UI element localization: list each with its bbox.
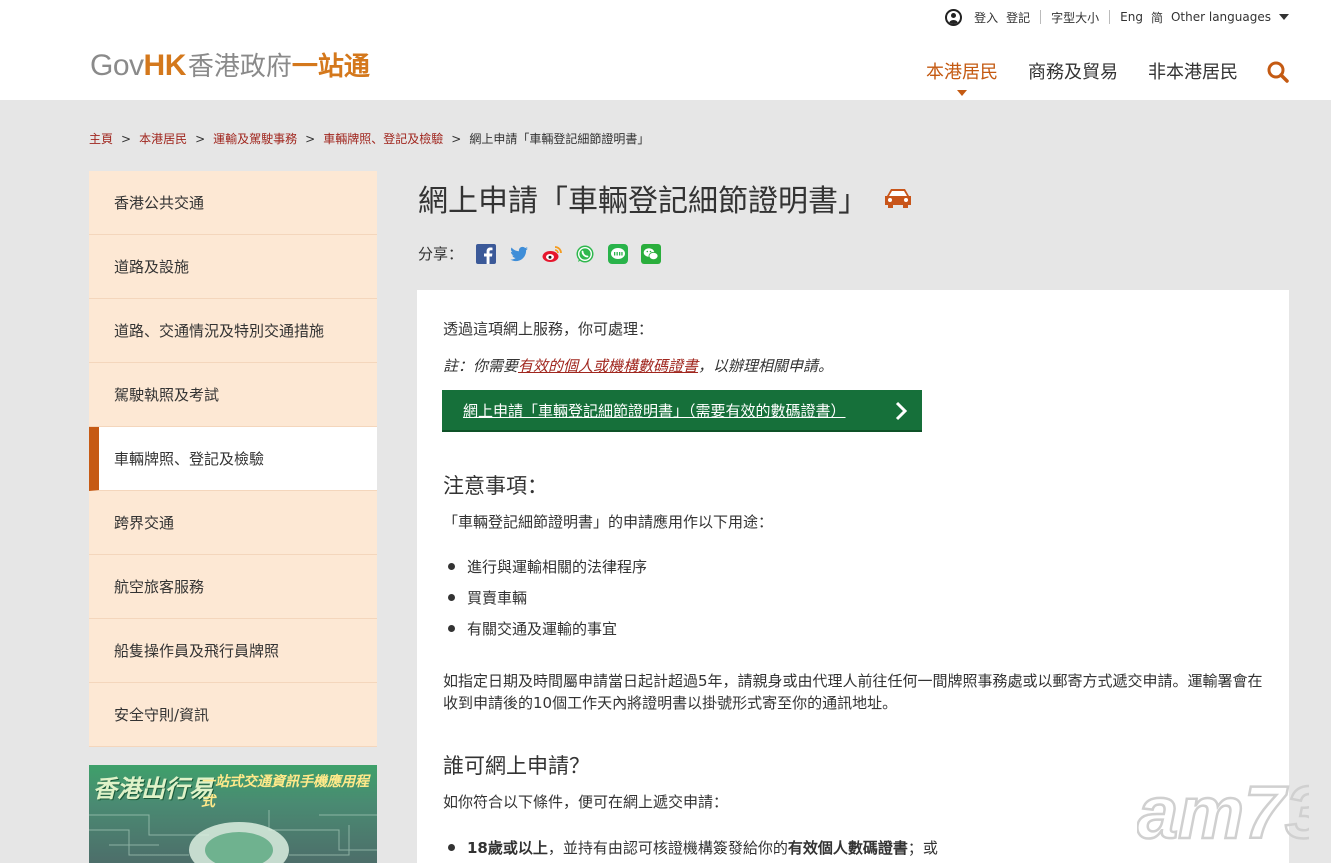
divider (1109, 10, 1111, 24)
note-text: 註：你需要有效的個人或機構數碼證書，以辦理相關申請。 (443, 355, 833, 376)
font-size-link[interactable]: 字型大小 (1051, 9, 1099, 26)
notes-heading: 注意事項： (443, 474, 548, 498)
list-item-text: 進行與運輸相關的法律程序 (467, 558, 648, 576)
eligibility-end: ；或 (907, 839, 938, 857)
sidebar-item-cross-boundary[interactable]: 跨界交通 (89, 491, 377, 555)
page-title: 網上申請「車輛登記細節證明書」 (418, 176, 914, 220)
lang-en-link[interactable]: Eng (1120, 10, 1143, 24)
intro-text: 透過這項網上服務，你可處理： (443, 320, 654, 338)
sidebar-item-vehicle-licensing[interactable]: 車輛牌照、登記及檢驗 (89, 427, 377, 491)
eligibility-intro: 如你符合以下條件，便可在網上遞交申請： (443, 793, 729, 811)
sidebar-item-safety[interactable]: 安全守則/資訊 (89, 683, 377, 747)
login-link[interactable]: 登入 (974, 9, 998, 26)
bullet-icon (448, 594, 455, 601)
bullet-icon (448, 625, 455, 632)
car-icon (885, 189, 911, 208)
logo-hk: HK (143, 49, 187, 82)
sidebar-item-traffic[interactable]: 道路、交通情況及特別交通措施 (89, 299, 377, 363)
nav-business[interactable]: 商務及貿易 (1028, 58, 1118, 84)
register-link[interactable]: 登記 (1006, 9, 1030, 26)
note-suffix: ，以辦理相關申請。 (698, 357, 834, 375)
page-title-text: 網上申請「車輛登記細節證明書」 (418, 184, 868, 219)
line-icon[interactable] (608, 243, 629, 264)
apply-online-label: 網上申請「車輛登記細節證明書」（需要有效的數碼證書） (463, 401, 846, 420)
notes-paragraph: 如指定日期及時間屬申請當日起計超過5年，請親身或由代理人前往任何一間牌照事務處或… (443, 672, 1263, 712)
other-languages-link[interactable]: Other languages (1171, 10, 1271, 24)
breadcrumb-separator: > (451, 131, 462, 146)
am730-watermark-logo: am730 (1137, 778, 1309, 848)
sidebar-item-air-passenger[interactable]: 航空旅客服務 (89, 555, 377, 619)
list-item: 買賣車輛 (448, 587, 647, 618)
breadcrumb-residents[interactable]: 本港居民 (139, 130, 187, 147)
list-item-text: 買賣車輛 (467, 589, 528, 607)
user-icon[interactable] (945, 8, 963, 26)
eligibility-mid: ，並持有由認可核證機構簽發給你的 (547, 839, 788, 857)
logo-gov: Gov (90, 49, 144, 82)
twitter-icon[interactable] (509, 244, 529, 264)
nav-non-residents[interactable]: 非本港居民 (1148, 58, 1238, 84)
notes-intro: 「車輛登記細節證明書」的申請應用作以下用途： (443, 513, 774, 531)
site-header: Gov HK 香港政府 一站通 登入 登記 字型大小 Eng 简 Other l… (0, 0, 1331, 100)
bullet-icon (448, 563, 455, 570)
breadcrumb: 主頁 > 本港居民 > 運輸及駕駛事務 > 車輛牌照、登記及檢驗 > 網上申請「… (89, 130, 649, 147)
breadcrumb-licensing[interactable]: 車輛牌照、登記及檢驗 (323, 130, 443, 147)
age-requirement: 18歲或以上 (467, 839, 548, 857)
list-item: 18歲或以上，並持有由認可核證機構簽發給你的有效個人數碼證書；或 (448, 837, 938, 858)
sidebar-item-public-transport[interactable]: 香港公共交通 (89, 171, 377, 235)
eligibility-list: 18歲或以上，並持有由認可核證機構簽發給你的有效個人數碼證書；或 (448, 837, 938, 858)
nav-residents[interactable]: 本港居民 (926, 58, 998, 96)
usage-list: 進行與運輸相關的法律程序 買賣車輛 有關交通及運輸的事宜 (448, 556, 647, 649)
digital-certificate-link[interactable]: 有效的個人或機構數碼證書 (518, 357, 698, 375)
promo-title: 香港出行易 (93, 775, 213, 803)
logo-zh-orange: 一站通 (291, 52, 370, 82)
sidebar-menu: 香港公共交通 道路及設施 道路、交通情況及特別交通措施 駕駛執照及考試 車輛牌照… (89, 171, 377, 747)
sidebar-item-roads[interactable]: 道路及設施 (89, 235, 377, 299)
breadcrumb-separator: > (195, 131, 206, 146)
divider (1040, 10, 1042, 24)
weibo-icon[interactable] (542, 244, 562, 264)
chevron-down-icon[interactable] (1279, 14, 1289, 20)
circuit-pattern-icon (89, 810, 377, 863)
certificate-requirement: 有效個人數碼證書 (787, 839, 908, 857)
list-item: 進行與運輸相關的法律程序 (448, 556, 647, 587)
share-label: 分享： (418, 245, 464, 263)
list-item: 有關交通及運輸的事宜 (448, 618, 647, 649)
wechat-icon[interactable] (641, 243, 662, 264)
facebook-icon[interactable] (476, 243, 497, 264)
sidebar-item-driving-licence[interactable]: 駕駛執照及考試 (89, 363, 377, 427)
watermark-text: am730 (1137, 778, 1309, 848)
lang-sc-link[interactable]: 简 (1151, 9, 1163, 26)
note-prefix: 註：你需要 (443, 357, 519, 375)
logo-zh-grey: 香港政府 (187, 52, 292, 82)
chevron-right-icon (895, 401, 908, 421)
apply-online-button[interactable]: 網上申請「車輛登記細節證明書」（需要有效的數碼證書） (442, 390, 922, 432)
bullet-icon (448, 844, 455, 851)
whatsapp-icon[interactable] (575, 244, 595, 264)
eligibility-heading: 誰可網上申請？ (443, 754, 590, 778)
list-item-text: 有關交通及運輸的事宜 (467, 620, 618, 638)
promo-banner[interactable]: 香港出行易 一站式交通資訊手機應用程式 (89, 765, 377, 863)
search-icon[interactable] (1267, 61, 1289, 83)
breadcrumb-home[interactable]: 主頁 (89, 130, 113, 147)
breadcrumb-separator: > (121, 131, 132, 146)
breadcrumb-transport[interactable]: 運輸及駕駛事務 (213, 130, 297, 147)
govhk-logo[interactable]: Gov HK 香港政府 一站通 (90, 46, 370, 82)
top-utility-bar: 登入 登記 字型大小 Eng 简 Other languages (945, 7, 1289, 27)
main-nav: 本港居民 商務及貿易 非本港居民 (896, 58, 1238, 96)
share-bar: 分享： (418, 243, 662, 264)
list-item-text: 18歲或以上，並持有由認可核證機構簽發給你的有效個人數碼證書；或 (467, 837, 938, 858)
breadcrumb-current: 網上申請「車輛登記細節證明書」 (469, 132, 650, 146)
breadcrumb-separator: > (305, 131, 316, 146)
sidebar-item-vessel-licence[interactable]: 船隻操作員及飛行員牌照 (89, 619, 377, 683)
